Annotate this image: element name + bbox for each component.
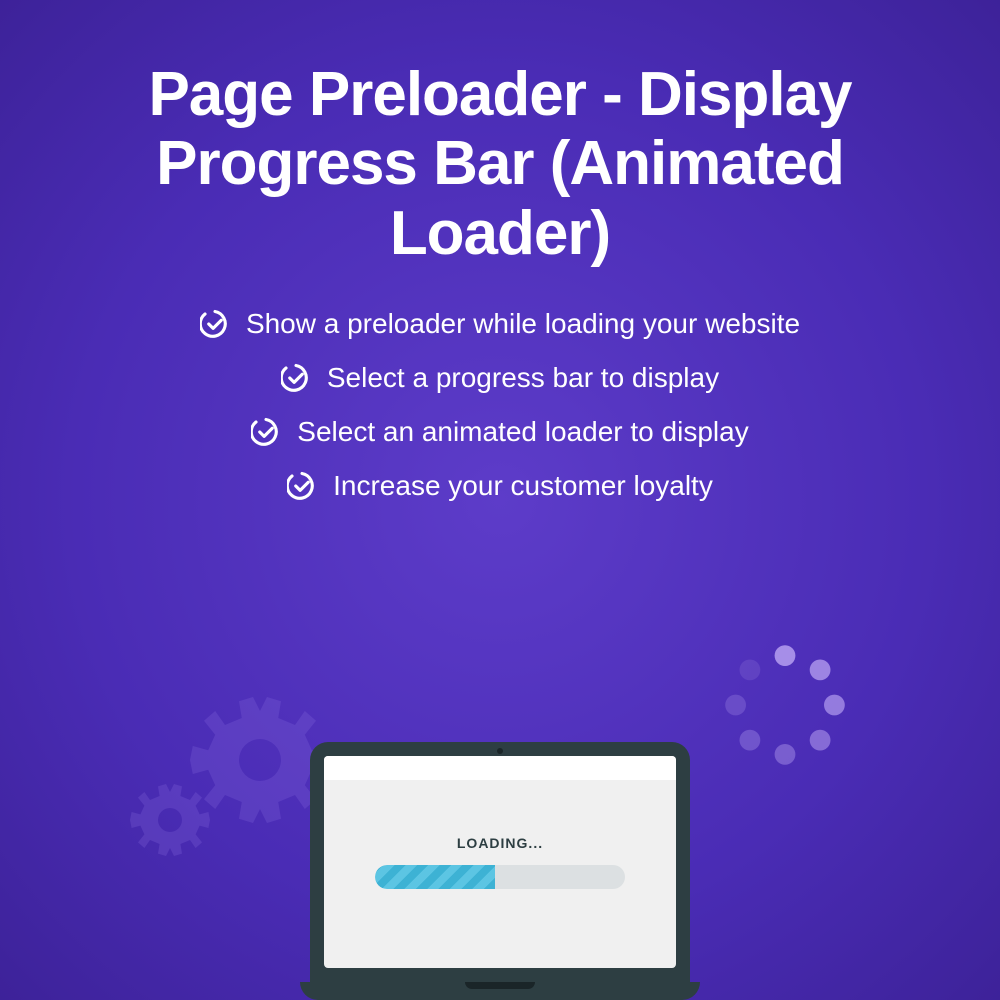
feature-item: Select a progress bar to display xyxy=(281,362,719,394)
laptop-camera xyxy=(497,748,503,754)
features-list: Show a preloader while loading your webs… xyxy=(200,308,800,502)
laptop-screen: LOADING... xyxy=(310,742,690,982)
check-icon xyxy=(200,309,230,339)
laptop-illustration: LOADING... xyxy=(300,742,700,1000)
feature-item: Show a preloader while loading your webs… xyxy=(200,308,800,340)
feature-text: Select a progress bar to display xyxy=(327,362,719,394)
check-icon xyxy=(251,417,281,447)
loading-text: LOADING... xyxy=(457,835,543,851)
progress-fill xyxy=(375,865,495,889)
page-title: Page Preloader - Display Progress Bar (A… xyxy=(40,60,960,268)
laptop-notch xyxy=(465,982,535,989)
feature-text: Select an animated loader to display xyxy=(297,416,748,448)
screen-content: LOADING... xyxy=(324,756,676,968)
feature-text: Show a preloader while loading your webs… xyxy=(246,308,800,340)
check-icon xyxy=(287,471,317,501)
check-icon xyxy=(281,363,311,393)
feature-text: Increase your customer loyalty xyxy=(333,470,713,502)
spinner-icon xyxy=(720,640,850,770)
progress-bar xyxy=(375,865,625,889)
browser-bar xyxy=(324,756,676,780)
laptop-base xyxy=(300,982,700,1000)
feature-item: Select an animated loader to display xyxy=(251,416,748,448)
illustration: LOADING... xyxy=(250,660,750,1000)
feature-item: Increase your customer loyalty xyxy=(287,470,713,502)
gear-icon xyxy=(130,780,210,860)
